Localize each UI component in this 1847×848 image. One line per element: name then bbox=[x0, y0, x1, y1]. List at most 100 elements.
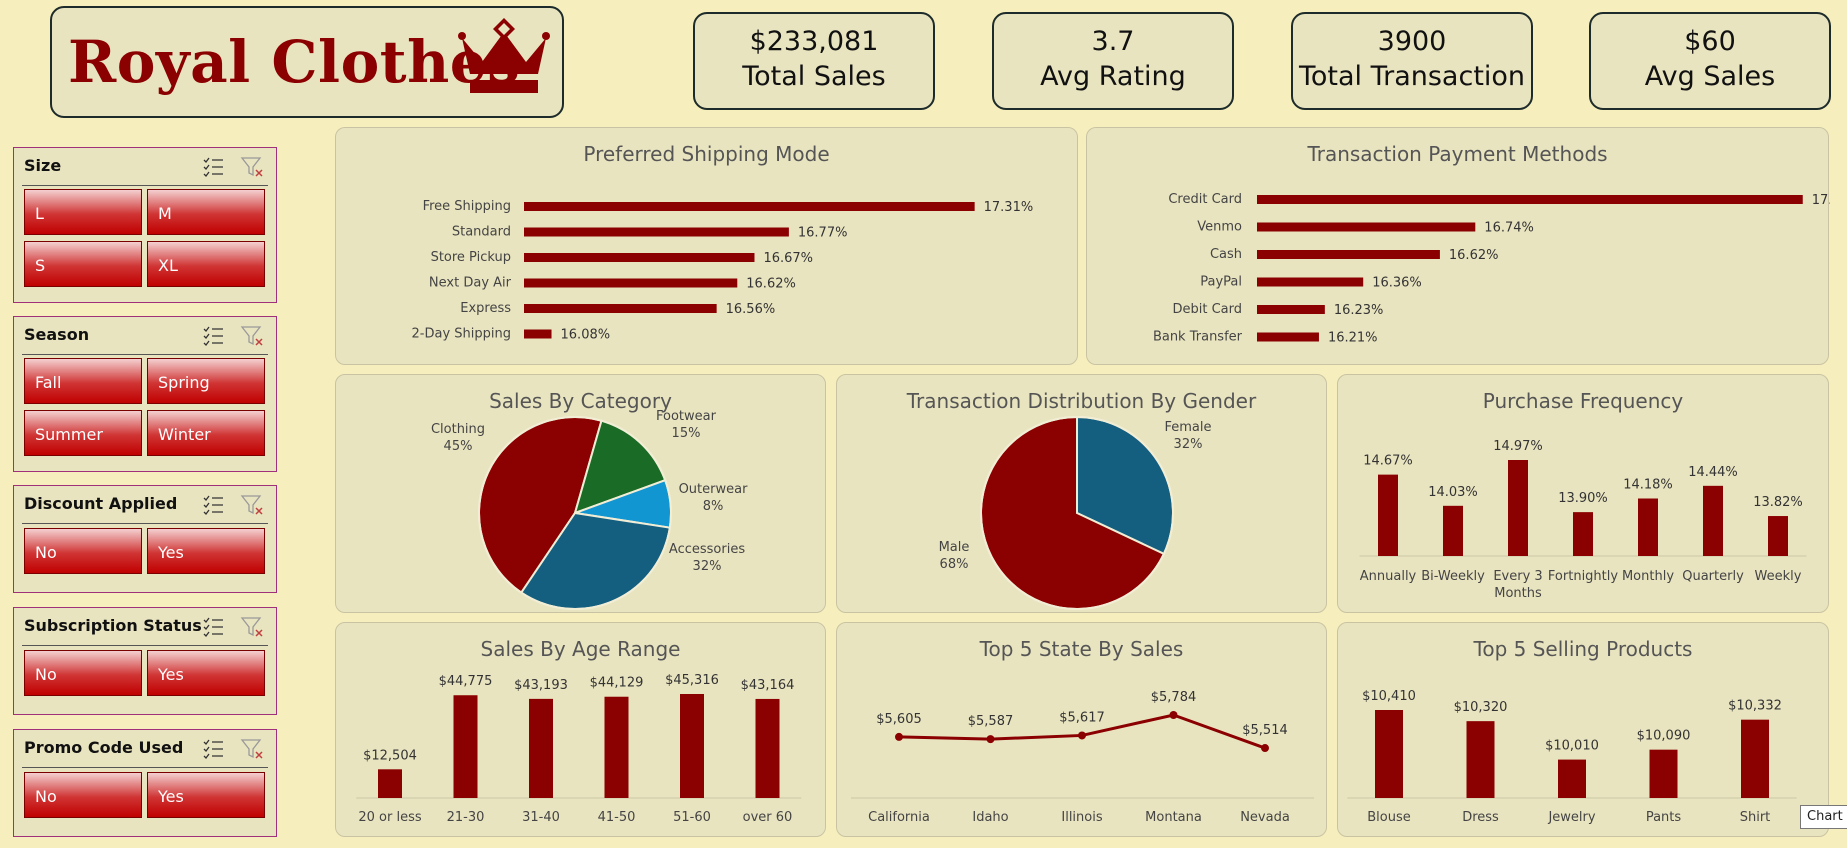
bar bbox=[1638, 498, 1658, 556]
data-point bbox=[1261, 744, 1269, 753]
data-label: 16.77% bbox=[798, 226, 848, 241]
data-point bbox=[986, 735, 995, 744]
clear-filter-icon[interactable] bbox=[240, 493, 264, 517]
slicer-option-winter[interactable]: Winter bbox=[147, 410, 265, 456]
bar bbox=[1257, 277, 1364, 287]
category-label: Fortnightly bbox=[1548, 569, 1618, 584]
slicer-option-no[interactable]: No bbox=[24, 772, 142, 818]
bar bbox=[524, 253, 755, 262]
data-label: 13.90% bbox=[1558, 491, 1608, 506]
bar bbox=[1257, 305, 1325, 314]
chart-preferred-shipping-mode[interactable]: Preferred Shipping Mode Free Shipping 17.… bbox=[335, 127, 1078, 365]
brand-logo: Royal Clothes bbox=[50, 6, 564, 118]
chart-title: Preferred Shipping Mode bbox=[583, 142, 830, 166]
slicer-title: Discount Applied bbox=[24, 494, 178, 513]
slicer-option-summer[interactable]: Summer bbox=[24, 410, 142, 456]
slicer-size: Size L M S XL bbox=[13, 147, 277, 303]
chart-tooltip: Chart A bbox=[1800, 805, 1847, 829]
slicer-divider bbox=[22, 354, 268, 355]
bar bbox=[1378, 474, 1398, 556]
kpi-total-sales: $233,081 Total Sales bbox=[693, 12, 935, 110]
slicer-option-yes[interactable]: Yes bbox=[147, 528, 265, 574]
clear-filter-icon[interactable] bbox=[240, 155, 264, 179]
multi-select-icon[interactable] bbox=[202, 615, 224, 637]
data-label: 14.67% bbox=[1363, 454, 1413, 469]
chart-transaction-payment-methods[interactable]: Transaction Payment Methods Credit Card 1… bbox=[1086, 127, 1847, 365]
category-label: 2-Day Shipping bbox=[412, 327, 511, 342]
slicer-divider bbox=[22, 523, 268, 524]
category-label: Debit Card bbox=[1172, 302, 1242, 317]
data-label: 14.97% bbox=[1493, 439, 1543, 454]
data-label: 14.03% bbox=[1428, 485, 1478, 500]
chart-sales-by-category[interactable]: Sales By Category Clothing 45% Footwear 15%… bbox=[335, 374, 826, 613]
category-label: Quarterly bbox=[1682, 569, 1744, 584]
category-label: Jewelry bbox=[1547, 810, 1595, 825]
multi-select-icon[interactable] bbox=[202, 155, 224, 177]
chart-title: Sales By Category bbox=[489, 389, 672, 413]
kpi-value: $60 bbox=[1684, 26, 1736, 57]
bar bbox=[529, 698, 553, 798]
slicer-divider bbox=[22, 645, 268, 646]
slice-value: 8% bbox=[703, 499, 724, 514]
category-label: Months bbox=[1494, 586, 1542, 601]
brand-name: Royal Clothes bbox=[68, 28, 521, 96]
chart-transaction-distribution-by-gender[interactable]: Transaction Distribution By Gender Femal… bbox=[836, 374, 1327, 613]
bar bbox=[378, 769, 402, 798]
slicer-option-m[interactable]: M bbox=[147, 189, 265, 235]
slicer-option-yes[interactable]: Yes bbox=[147, 650, 265, 696]
clear-filter-icon[interactable] bbox=[240, 324, 264, 348]
data-label: $44,129 bbox=[590, 676, 644, 691]
slicer-title: Season bbox=[24, 325, 90, 344]
category-label: California bbox=[868, 810, 930, 825]
slicer-option-yes[interactable]: Yes bbox=[147, 772, 265, 818]
slicer-title: Promo Code Used bbox=[24, 738, 184, 757]
bar bbox=[1257, 250, 1440, 259]
slicer-option-xl[interactable]: XL bbox=[147, 241, 265, 287]
data-label: $5,605 bbox=[876, 712, 922, 727]
bar bbox=[524, 329, 552, 339]
kpi-avg-sales: $60 Avg Sales bbox=[1589, 12, 1831, 110]
data-point bbox=[1169, 711, 1178, 719]
slice-value: 32% bbox=[693, 559, 722, 574]
category-label: Nevada bbox=[1240, 810, 1290, 825]
category-label: Blouse bbox=[1367, 810, 1411, 825]
bar bbox=[604, 696, 629, 798]
chart-title: Purchase Frequency bbox=[1482, 389, 1684, 413]
slicer-option-spring[interactable]: Spring bbox=[147, 358, 265, 404]
chart-purchase-frequency[interactable]: Purchase Frequency 14.67% Annually 14.03% B… bbox=[1337, 374, 1829, 613]
chart-top-5-selling-products[interactable]: Top 5 Selling Products $10,410 Blouse $10,… bbox=[1337, 622, 1829, 837]
slicer-option-s[interactable]: S bbox=[24, 241, 142, 287]
chart-sales-by-age-range[interactable]: Sales By Age Range $12,504 20 or less $44,… bbox=[335, 622, 826, 837]
category-label: Credit Card bbox=[1168, 192, 1242, 207]
category-label: Store Pickup bbox=[431, 250, 511, 265]
clear-filter-icon[interactable] bbox=[240, 737, 264, 761]
category-label: Idaho bbox=[972, 810, 1008, 825]
data-point bbox=[895, 732, 903, 741]
slicer-option-fall[interactable]: Fall bbox=[24, 358, 142, 404]
chart-title: Transaction Distribution By Gender bbox=[906, 389, 1257, 413]
chart-top-5-state-by-sales[interactable]: Top 5 State By Sales $5,605 California $5,… bbox=[836, 622, 1327, 837]
multi-select-icon[interactable] bbox=[202, 493, 224, 515]
multi-select-icon[interactable] bbox=[202, 324, 224, 346]
kpi-avg-rating: 3.7 Avg Rating bbox=[992, 12, 1234, 110]
bar bbox=[1466, 721, 1495, 798]
slicer-divider bbox=[22, 767, 268, 768]
data-label: $5,784 bbox=[1151, 690, 1197, 705]
slicer-option-no[interactable]: No bbox=[24, 650, 142, 696]
category-label: 20 or less bbox=[358, 810, 421, 825]
data-label: 14.44% bbox=[1688, 465, 1738, 480]
category-label: Montana bbox=[1145, 810, 1202, 825]
crown-icon bbox=[458, 18, 550, 93]
clear-filter-icon[interactable] bbox=[240, 615, 264, 639]
data-label: 17.31% bbox=[984, 200, 1034, 215]
slicer-option-l[interactable]: L bbox=[24, 189, 142, 235]
category-label: 51-60 bbox=[673, 810, 711, 825]
bar bbox=[1741, 719, 1769, 798]
slicer-discount-applied: Discount Applied No Yes bbox=[13, 485, 277, 593]
bar bbox=[453, 695, 478, 798]
slicer-option-no[interactable]: No bbox=[24, 528, 142, 574]
data-label: 13.82% bbox=[1753, 495, 1803, 510]
data-label: 17.85% bbox=[1812, 193, 1830, 208]
slicer-title: Subscription Status bbox=[24, 616, 202, 635]
multi-select-icon[interactable] bbox=[202, 737, 224, 759]
